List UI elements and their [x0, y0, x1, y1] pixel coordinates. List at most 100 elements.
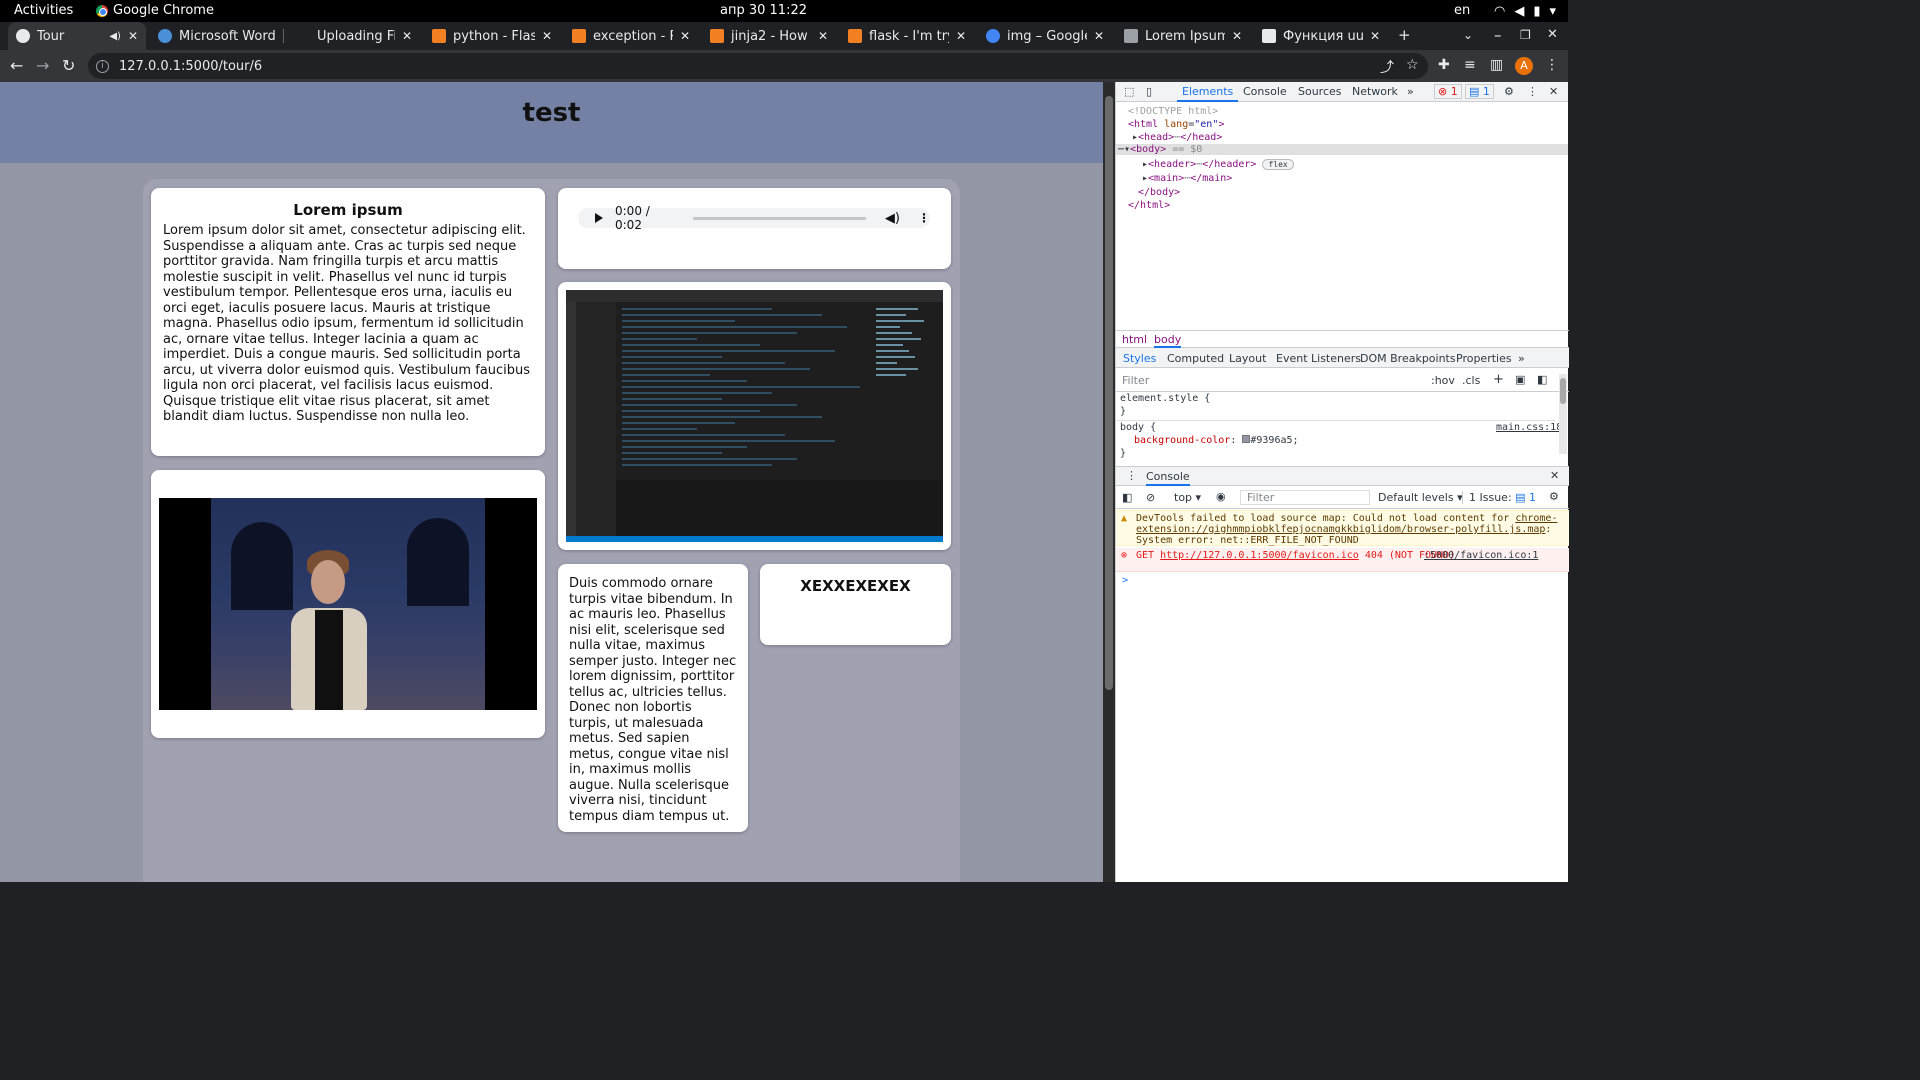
address-bar[interactable]: i 127.0.0.1:5000/tour/6: [88, 53, 1428, 79]
tab-uuid4[interactable]: Функция uuid4 ✕: [1254, 22, 1388, 50]
tab-exception[interactable]: exception - Pyth ✕: [564, 22, 698, 50]
log-levels-dropdown[interactable]: Default levels ▾: [1378, 491, 1463, 504]
tab-lorem-ipsum[interactable]: Lorem Ipsum - All ✕: [1116, 22, 1250, 50]
dom-body-close[interactable]: </body>: [1138, 187, 1180, 198]
breadcrumb-body[interactable]: body: [1154, 333, 1182, 348]
tab-network[interactable]: Network: [1352, 85, 1398, 98]
audio-player[interactable]: 0:00 / 0:02 ◀) ⋮: [578, 204, 930, 232]
close-tab-icon[interactable]: ✕: [680, 29, 690, 43]
video-player[interactable]: [159, 498, 537, 710]
tab-google-translate[interactable]: img – Google Пе ✕: [978, 22, 1112, 50]
forward-icon[interactable]: →: [36, 56, 49, 75]
play-icon[interactable]: [595, 213, 603, 223]
dom-html-close[interactable]: </html>: [1128, 200, 1170, 211]
profile-avatar[interactable]: A: [1515, 57, 1533, 75]
activities-button[interactable]: Activities: [14, 3, 73, 18]
hov-toggle[interactable]: :hov: [1431, 374, 1455, 387]
dom-html[interactable]: <html lang="en">: [1128, 119, 1224, 130]
breadcrumb-html[interactable]: html: [1122, 333, 1147, 346]
console-error-message[interactable]: ⊗ GET http://127.0.0.1:5000/favicon.ico …: [1116, 548, 1569, 572]
minimize-icon[interactable]: –: [1494, 26, 1502, 44]
styles-scrollbar[interactable]: [1559, 374, 1567, 454]
subtab-layout[interactable]: Layout: [1229, 352, 1266, 365]
back-icon[interactable]: ←: [10, 56, 23, 75]
extensions-icon[interactable]: ✚: [1438, 57, 1450, 73]
console-prompt[interactable]: >: [1122, 575, 1128, 586]
device-toolbar-icon[interactable]: ▯: [1146, 85, 1152, 98]
tab-tour[interactable]: Tour ◀) ✕: [8, 22, 146, 50]
live-expression-eye-icon[interactable]: ◉: [1216, 490, 1226, 503]
dom-header[interactable]: ▸<header>⋯</header> flex: [1142, 159, 1294, 170]
clear-console-icon[interactable]: ⊘: [1146, 491, 1155, 504]
background-color-declaration[interactable]: background-color: #9396a5;: [1134, 435, 1299, 446]
customize-menu-icon[interactable]: ⋮: [1527, 85, 1538, 98]
issues-counter[interactable]: 1 Issue: ▤ 1: [1462, 491, 1536, 504]
chrome-menu-icon[interactable]: ⋮: [1545, 57, 1559, 73]
console-sidebar-icon[interactable]: ◧: [1122, 491, 1132, 504]
restore-icon[interactable]: ❐: [1520, 28, 1531, 42]
close-tab-icon[interactable]: ✕: [128, 29, 138, 43]
tab-flask-trying[interactable]: flask - I'm trying ✕: [840, 22, 974, 50]
share-icon[interactable]: ⤴: [1380, 57, 1394, 77]
site-info-icon[interactable]: i: [96, 59, 109, 73]
cls-toggle[interactable]: .cls: [1462, 374, 1480, 387]
drawer-menu-icon[interactable]: ⋮: [1126, 469, 1137, 482]
tab-jinja2[interactable]: jinja2 - How to u ✕: [702, 22, 836, 50]
more-options-icon[interactable]: ⋮: [918, 211, 930, 225]
settings-gear-icon[interactable]: ⚙: [1504, 85, 1514, 98]
subtab-styles[interactable]: Styles: [1123, 352, 1156, 365]
page-scrollbar[interactable]: [1103, 82, 1115, 882]
more-tabs-icon[interactable]: »: [1407, 85, 1414, 98]
inspect-element-icon[interactable]: ⬚: [1124, 85, 1134, 98]
new-style-rule-icon[interactable]: +: [1493, 372, 1504, 387]
css-source-link[interactable]: main.css:18: [1496, 422, 1562, 433]
close-tab-icon[interactable]: ✕: [1094, 29, 1104, 43]
close-tab-icon[interactable]: ✕: [402, 29, 412, 43]
console-settings-gear-icon[interactable]: ⚙: [1549, 490, 1559, 503]
new-tab-button[interactable]: +: [1398, 26, 1411, 44]
bookmark-star-icon[interactable]: ☆: [1406, 57, 1419, 73]
error-source-link[interactable]: :5000/favicon.ico:1: [1424, 550, 1538, 561]
system-tray[interactable]: ◠ ◀ ▮ ▾: [1494, 4, 1556, 19]
tab-microsoft-word[interactable]: Microsoft Word: [150, 22, 284, 50]
context-selector[interactable]: top ▾: [1174, 491, 1201, 504]
drawer-tab-console[interactable]: Console: [1146, 470, 1190, 486]
close-window-icon[interactable]: ✕: [1547, 27, 1558, 42]
volume-icon[interactable]: ◀): [885, 211, 900, 226]
app-menu[interactable]: Google Chrome: [96, 3, 214, 18]
tab-python-flask[interactable]: python - Flask r ✕: [424, 22, 560, 50]
more-subtabs-icon[interactable]: »: [1518, 352, 1525, 365]
dom-head[interactable]: ▸<head>⋯</head>: [1132, 132, 1222, 143]
body-rule-selector[interactable]: body {: [1120, 422, 1156, 433]
subtab-properties[interactable]: Properties: [1456, 352, 1512, 365]
toggle-sidebar-icon[interactable]: ◧: [1537, 373, 1547, 386]
side-panel-icon[interactable]: ▥: [1490, 57, 1503, 73]
close-drawer-icon[interactable]: ✕: [1550, 469, 1559, 482]
console-filter-input[interactable]: Filter: [1240, 490, 1370, 505]
tab-elements[interactable]: Elements: [1176, 85, 1239, 102]
tab-search-icon[interactable]: ⌄: [1463, 28, 1473, 42]
reload-icon[interactable]: ↻: [62, 56, 75, 75]
dom-body-selected[interactable]: ⋯▾<body> == $0: [1116, 144, 1568, 155]
flex-badge[interactable]: flex: [1262, 159, 1294, 170]
close-tab-icon[interactable]: ✕: [818, 29, 828, 43]
clock[interactable]: апр 30 11:22: [720, 3, 807, 18]
close-tab-icon[interactable]: ✕: [1370, 29, 1380, 43]
subtab-event-listeners[interactable]: Event Listeners: [1276, 352, 1361, 365]
keyboard-layout[interactable]: en: [1454, 3, 1470, 18]
close-tab-icon[interactable]: ✕: [956, 29, 966, 43]
audio-progress-slider[interactable]: [693, 216, 866, 220]
dom-doctype[interactable]: <!DOCTYPE html>: [1128, 106, 1218, 117]
audio-playing-icon[interactable]: ◀): [109, 31, 121, 42]
dom-main[interactable]: ▸<main>⋯</main>: [1142, 173, 1232, 184]
tab-sources[interactable]: Sources: [1298, 85, 1342, 98]
close-tab-icon[interactable]: ✕: [1232, 29, 1242, 43]
console-warning-message[interactable]: ▲ DevTools failed to load source map: Co…: [1116, 510, 1569, 546]
tab-console[interactable]: Console: [1243, 85, 1287, 98]
close-devtools-icon[interactable]: ✕: [1549, 85, 1558, 98]
close-tab-icon[interactable]: ✕: [542, 29, 552, 43]
subtab-dom-breakpoints[interactable]: DOM Breakpoints: [1360, 352, 1456, 365]
message-count-badge[interactable]: ▤ 1: [1465, 84, 1494, 99]
media-control-icon[interactable]: ≡: [1464, 57, 1476, 73]
error-count-badge[interactable]: ⊗ 1: [1434, 84, 1462, 99]
